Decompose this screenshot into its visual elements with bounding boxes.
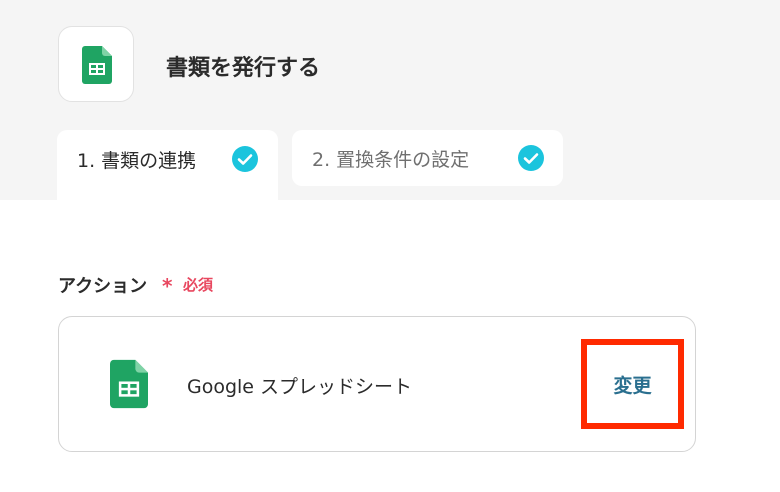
check-circle-icon bbox=[518, 145, 544, 171]
app-icon-tile bbox=[58, 26, 134, 102]
action-section-label: アクション bbox=[58, 276, 148, 297]
tab-label: 1. 書類の連携 bbox=[77, 150, 197, 172]
required-label: 必須 bbox=[183, 276, 214, 294]
header-area: 書類を発行する 1. 書類の連携 2. 置換条件の設定 bbox=[0, 0, 780, 200]
tab-label: 2. 置換条件の設定 bbox=[312, 148, 470, 171]
page-title: 書類を発行する bbox=[166, 56, 321, 81]
check-circle-icon bbox=[232, 146, 258, 172]
google-sheets-icon bbox=[82, 46, 112, 84]
action-app-card: Google スプレッドシート 変更 bbox=[58, 316, 696, 452]
tab-replace-settings[interactable]: 2. 置換条件の設定 bbox=[292, 130, 563, 186]
google-sheets-icon bbox=[110, 359, 148, 409]
app-name: Google スプレッドシート bbox=[187, 376, 413, 398]
required-asterisk: * bbox=[162, 274, 173, 298]
change-app-button[interactable]: 変更 bbox=[581, 339, 684, 429]
tab-document-link[interactable]: 1. 書類の連携 bbox=[57, 130, 278, 200]
